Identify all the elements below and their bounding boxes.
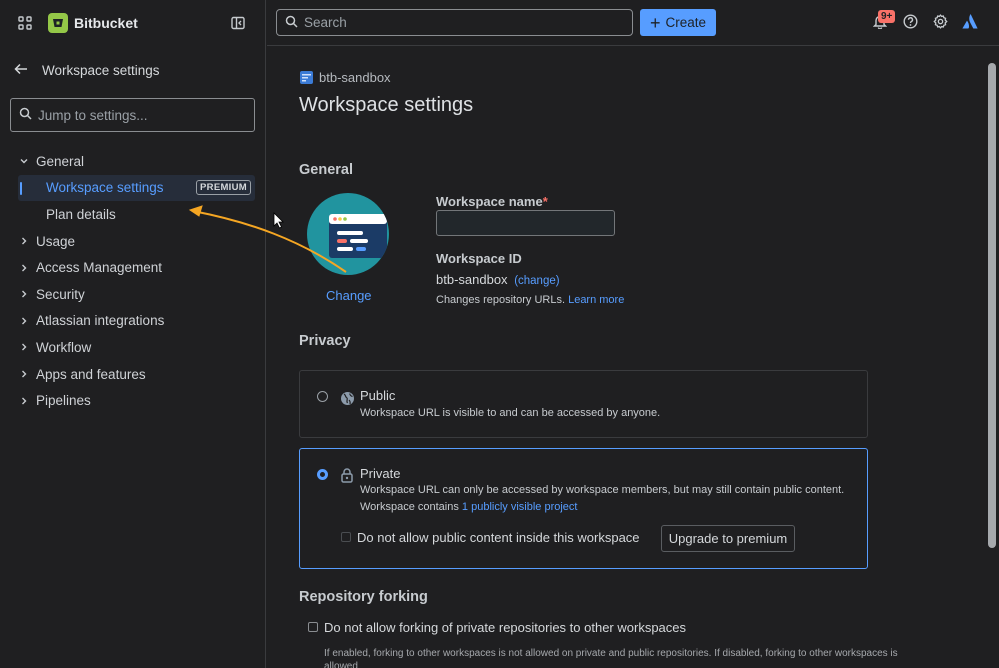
jump-to-settings-input[interactable]: [38, 107, 238, 123]
breadcrumb-workspace[interactable]: btb-sandbox: [319, 70, 391, 85]
help-icon: [902, 13, 918, 32]
chevron-right-icon: [18, 368, 30, 380]
change-id-link[interactable]: (change): [514, 275, 559, 287]
nav-group-apps-and-features[interactable]: Apps and features: [0, 361, 265, 388]
sidebar: Bitbucket Workspace settings General Wor…: [0, 0, 266, 668]
nav-group-label: Atlassian integrations: [36, 313, 165, 329]
privacy-option-private[interactable]: Private Workspace URL can only be access…: [299, 448, 868, 569]
required-mark: *: [542, 194, 548, 209]
disable-forking-checkbox[interactable]: [308, 622, 318, 632]
create-label: Create: [665, 15, 707, 30]
app-name: Bitbucket: [74, 15, 138, 31]
nav-group-general[interactable]: General: [0, 148, 265, 175]
jump-to-settings[interactable]: [10, 98, 255, 132]
nav-item-plan-details[interactable]: Plan details: [18, 201, 255, 228]
nav-group-label: General: [36, 153, 85, 169]
privacy-heading: Privacy: [299, 333, 351, 349]
no-public-content-checkbox[interactable]: [341, 532, 351, 542]
global-search[interactable]: [276, 9, 633, 36]
search-icon: [19, 107, 32, 123]
top-icons: 9+: [865, 8, 985, 38]
nav-item-workspace-settings[interactable]: Workspace settings PREMIUM: [18, 174, 255, 202]
bitbucket-logo[interactable]: Bitbucket: [48, 13, 138, 33]
private-description: Workspace URL can only be accessed by wo…: [360, 484, 845, 496]
chevron-right-icon: [18, 341, 30, 353]
nav-group-label: Workflow: [36, 339, 92, 355]
chevron-right-icon: [18, 262, 30, 274]
workspace-id-label: Workspace ID: [436, 251, 522, 266]
nav-group-label: Access Management: [36, 260, 163, 276]
chevron-right-icon: [18, 235, 30, 247]
nav-group-security[interactable]: Security: [0, 281, 265, 308]
sidebar-title: Workspace settings: [42, 62, 160, 78]
chevron-right-icon: [18, 395, 30, 407]
nav-group-label: Usage: [36, 233, 76, 249]
notification-count: 9+: [878, 9, 896, 23]
globe-icon: [339, 390, 355, 406]
nav-group-label: Apps and features: [36, 366, 146, 382]
general-heading: General: [299, 162, 353, 178]
private-radio[interactable]: [317, 469, 328, 480]
gear-icon: [932, 13, 948, 32]
private-title: Private: [360, 466, 401, 481]
workspace-name-label: Workspace name*: [436, 194, 548, 209]
nav-item-label: Plan details: [46, 206, 116, 222]
chevron-right-icon: [18, 288, 30, 300]
workspace-id-value: btb-sandbox: [436, 272, 508, 287]
atlassian-button[interactable]: [955, 8, 985, 38]
sidebar-header: Bitbucket: [0, 0, 265, 46]
workspace-avatar: [307, 193, 389, 275]
bitbucket-icon: [48, 13, 68, 33]
public-title: Public: [360, 388, 396, 403]
chevron-right-icon: [18, 315, 30, 327]
sidebar-collapse-icon[interactable]: [225, 10, 251, 36]
disable-forking-label: Do not allow forking of private reposito…: [324, 620, 687, 635]
nav-group-atlassian-integrations[interactable]: Atlassian integrations: [0, 308, 265, 335]
apps-grid-icon[interactable]: [12, 10, 38, 36]
public-content-count: Workspace contains 1 publicly visible pr…: [360, 501, 578, 513]
nav-group-label: Pipelines: [36, 393, 91, 409]
back-row: Workspace settings: [0, 48, 265, 92]
search-icon: [285, 15, 298, 31]
learn-more-link[interactable]: Learn more: [568, 294, 624, 306]
premium-badge: PREMIUM: [196, 180, 251, 196]
help-button[interactable]: [895, 8, 925, 38]
main-content: btb-sandbox Workspace settings General C…: [267, 47, 986, 668]
search-input[interactable]: [304, 15, 604, 30]
back-arrow-icon[interactable]: [14, 62, 28, 78]
no-public-content-label: Do not allow public content inside this …: [357, 530, 640, 545]
nav-item-label: Workspace settings: [46, 180, 164, 196]
workspace-icon: [300, 71, 313, 84]
repository-forking-heading: Repository forking: [299, 589, 428, 605]
public-project-link[interactable]: 1 publicly visible project: [462, 501, 578, 513]
scrollbar-thumb[interactable]: [988, 63, 996, 548]
change-avatar-link[interactable]: Change: [326, 288, 372, 303]
nav-group-pipelines[interactable]: Pipelines: [0, 387, 265, 414]
plus-icon: +: [649, 12, 661, 33]
nav-group-label: Security: [36, 286, 85, 302]
nav-group-usage[interactable]: Usage: [0, 228, 265, 255]
nav-group-workflow[interactable]: Workflow: [0, 334, 265, 361]
settings-nav: General Workspace settings PREMIUM Plan …: [0, 148, 265, 414]
create-button[interactable]: + Create: [640, 9, 716, 36]
nav-group-access-management[interactable]: Access Management: [0, 254, 265, 281]
main-scrollbar[interactable]: [987, 47, 997, 668]
settings-button[interactable]: [925, 8, 955, 38]
lock-icon: [339, 467, 355, 483]
page-title: Workspace settings: [299, 94, 474, 116]
atlassian-icon: [962, 13, 978, 32]
public-description: Workspace URL is visible to and can be a…: [360, 407, 661, 419]
breadcrumb[interactable]: btb-sandbox: [300, 70, 391, 85]
top-navigation: + Create 9+: [267, 0, 999, 46]
workspace-id-note: Changes repository URLs. Learn more: [436, 294, 625, 306]
workspace-id: btb-sandbox (change): [436, 272, 560, 287]
public-radio[interactable]: [317, 391, 328, 402]
upgrade-to-premium-button[interactable]: Upgrade to premium: [661, 525, 795, 552]
workspace-name-input[interactable]: [436, 210, 615, 236]
notifications-button[interactable]: 9+: [865, 8, 896, 38]
privacy-option-public[interactable]: Public Workspace URL is visible to and c…: [299, 370, 868, 438]
chevron-down-icon: [18, 155, 30, 167]
forking-note: If enabled, forking to other workspaces …: [324, 648, 898, 668]
